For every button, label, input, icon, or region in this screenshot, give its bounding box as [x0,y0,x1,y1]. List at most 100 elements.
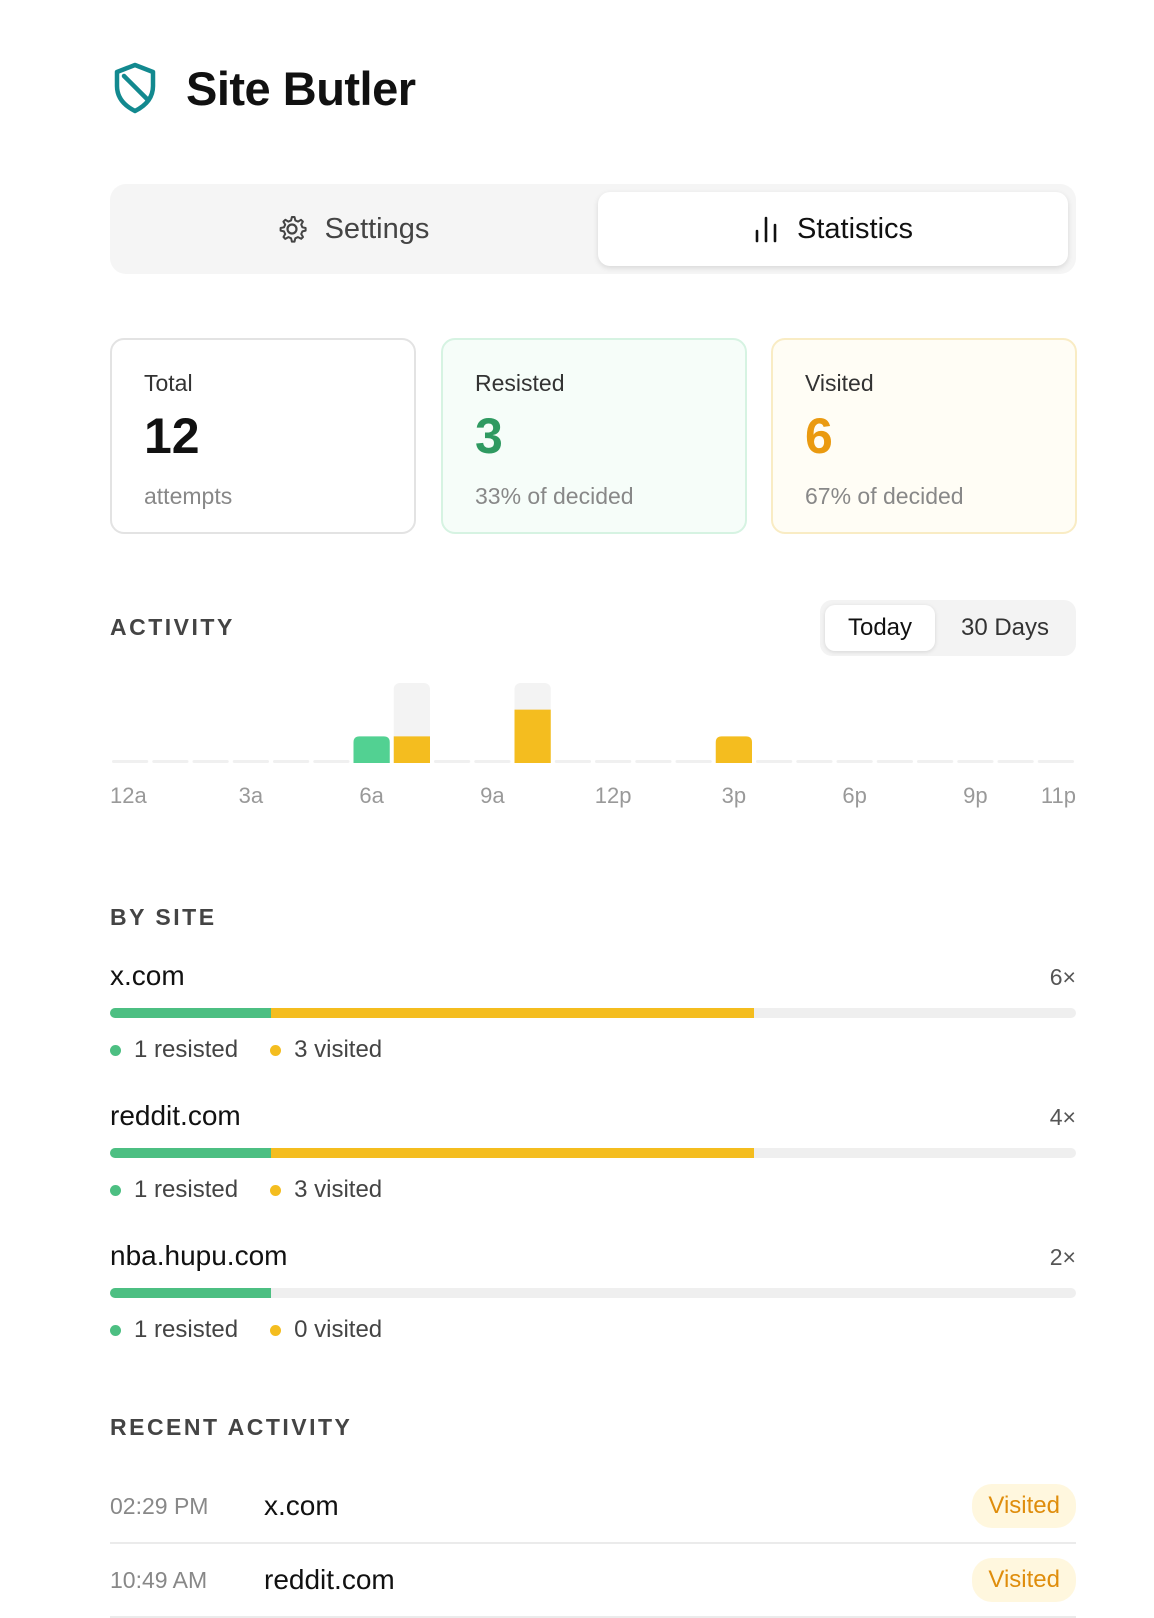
range-today-button[interactable]: Today [825,605,935,651]
chart-baseline-slot [232,760,269,763]
chart-tick-label: 9a [480,783,505,808]
site-name: x.com [110,960,185,991]
activity-title: ACTIVITY [110,614,235,640]
chart-bar-resisted [353,736,390,763]
chart-baseline-slot [434,760,471,763]
resisted-card: Resisted 3 33% of decided [441,338,747,534]
site-bar-resisted [110,1148,271,1158]
visited-card: Visited 6 67% of decided [771,338,1077,534]
visited-suffix: visited [314,1176,383,1203]
recent-time: 02:29 PM [110,1492,209,1519]
visited-dot-icon [270,1324,282,1336]
recent-activity-title: RECENT ACTIVITY [110,1414,353,1440]
by-site-title: BY SITE [110,904,217,930]
chart-baseline-slot [957,760,994,763]
site-bar-visited [271,1008,754,1018]
chart-baseline-slot [112,760,149,763]
chart-baseline-slot [313,760,350,763]
tab-settings[interactable]: Settings [118,192,588,266]
visited-dot-icon [270,1184,282,1196]
site-row[interactable]: x.com 6× 1 resisted 3 visited [110,960,1076,1070]
resisted-suffix: resisted [154,1316,239,1343]
visited-count: 0 [294,1316,308,1343]
resisted-dot-icon [110,1324,121,1336]
visited-suffix: visited [314,1316,383,1343]
site-bar-visited [271,1148,754,1158]
chart-baseline-slot [474,760,511,763]
site-count: 2× [1049,1244,1076,1270]
chart-tick-label: 3p [722,783,746,808]
visited-sub: 67% of decided [805,483,964,509]
site-count: 6× [1049,964,1076,990]
chart-tick-label: 11p [1041,783,1076,808]
chart-baseline-slot [595,760,632,763]
resisted-dot-icon [110,1044,121,1056]
site-row[interactable]: reddit.com 4× 1 resisted 3 visited [110,1100,1076,1210]
site-row[interactable]: nba.hupu.com 2× 1 resisted 0 visited [110,1240,1076,1350]
status-badge: Visited [972,1484,1076,1528]
site-legend: 1 resisted 3 visited [110,1176,382,1204]
visited-dot-icon [270,1044,282,1056]
resisted-dot-icon [110,1184,121,1196]
site-name: nba.hupu.com [110,1240,288,1271]
resisted-count: 1 [134,1036,148,1063]
range-toggle: Today 30 Days [820,600,1076,656]
site-bar [110,1008,1076,1018]
chart-baseline-slot [635,760,672,763]
chart-tick-label: 12p [595,783,632,808]
chart-tick-label: 12a [110,783,147,808]
recent-site: x.com [264,1490,339,1521]
recent-row[interactable]: 02:29 PM x.com Visited [110,1470,1076,1544]
resisted-label: Resisted [475,370,565,396]
status-badge: Visited [972,1558,1076,1602]
chart-baseline-slot [1037,760,1074,763]
range-30-days-button[interactable]: 30 Days [940,605,1070,651]
total-label: Total [144,370,193,396]
recent-row[interactable]: 10:49 AM reddit.com Visited [110,1544,1076,1618]
tab-settings-label: Settings [324,212,430,245]
visited-count: 3 [294,1036,308,1063]
chart-tick-label: 9p [963,783,987,808]
site-count: 4× [1049,1104,1076,1130]
chart-baseline-slot [997,760,1034,763]
app-title: Site Butler [186,61,416,115]
chart-baseline-slot [675,760,712,763]
site-bar [110,1288,1076,1298]
site-legend: 1 resisted 0 visited [110,1316,382,1344]
chart-baseline-slot [273,760,310,763]
chart-bar-visited [393,736,430,763]
resisted-value: 3 [475,408,503,464]
chart-baseline-slot [876,760,913,763]
bar-chart-icon [753,215,779,243]
activity-chart: 12a 3a 6a 9a 12p 3p 6p 9p 11p [110,683,1076,808]
recent-time: 10:49 AM [110,1566,208,1593]
resisted-sub: 33% of decided [475,483,634,509]
gear-icon [277,214,307,244]
visited-count: 3 [294,1176,308,1203]
chart-baseline-slot [554,760,591,763]
site-bar [110,1148,1076,1158]
shield-icon [110,60,160,116]
chart-baseline-slot [917,760,954,763]
chart-baseline-slot [756,760,793,763]
tab-bar: Settings Statistics [110,184,1076,274]
chart-tick-label: 6p [842,783,866,808]
site-bar-resisted [110,1288,271,1298]
resisted-count: 1 [134,1316,148,1343]
chart-baseline-slot [836,760,873,763]
recent-site: reddit.com [264,1564,395,1595]
chart-baseline-slot [796,760,833,763]
total-value: 12 [144,408,200,464]
site-legend: 1 resisted 3 visited [110,1036,382,1064]
chart-bar-visited [715,736,752,763]
chart-tick-label: 3a [239,783,264,808]
tab-statistics-label: Statistics [796,212,914,245]
tab-statistics[interactable]: Statistics [598,192,1068,266]
site-bar-resisted [110,1008,271,1018]
chart-baseline-slot [192,760,229,763]
visited-value: 6 [805,408,833,464]
chart-bar-visited [514,709,551,763]
visited-suffix: visited [314,1036,383,1063]
app-header: Site Butler [110,58,416,118]
chart-baseline-slot [152,760,189,763]
